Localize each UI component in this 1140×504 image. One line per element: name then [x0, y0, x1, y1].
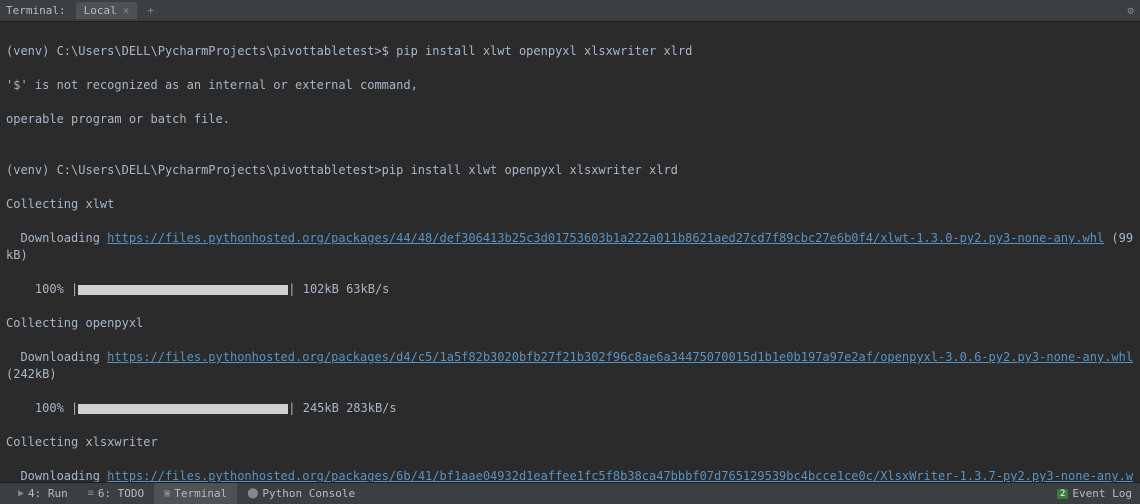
- terminal-output[interactable]: (venv) C:\Users\DELL\PycharmProjects\piv…: [0, 22, 1140, 482]
- bottom-bar: ▶4: Run ≡6: TODO ▣Terminal ⬤Python Conso…: [0, 482, 1140, 504]
- gear-icon[interactable]: ⚙: [1127, 4, 1134, 17]
- download-line: Downloading https://files.pythonhosted.o…: [6, 230, 1134, 264]
- progress-line: 100% || 245kB 283kB/s: [6, 400, 1134, 417]
- todo-tab[interactable]: ≡6: TODO: [78, 483, 154, 504]
- download-url[interactable]: https://files.pythonhosted.org/packages/…: [107, 231, 1104, 245]
- collecting-line: Collecting xlwt: [6, 196, 1134, 213]
- run-tab[interactable]: ▶4: Run: [8, 483, 78, 504]
- prompt-line: (venv) C:\Users\DELL\PycharmProjects\piv…: [6, 162, 1134, 179]
- download-line: Downloading https://files.pythonhosted.o…: [6, 349, 1134, 383]
- download-url[interactable]: https://files.pythonhosted.org/packages/…: [6, 469, 1133, 482]
- progress-line: 100% || 102kB 63kB/s: [6, 281, 1134, 298]
- close-icon[interactable]: ×: [123, 4, 130, 17]
- event-log-button[interactable]: 2 Event Log: [1057, 487, 1132, 500]
- todo-icon: ≡: [88, 488, 94, 499]
- progress-bar: [78, 285, 288, 295]
- terminal-tab[interactable]: ▣Terminal: [154, 483, 237, 504]
- terminal-tab-local[interactable]: Local ×: [76, 2, 138, 19]
- terminal-label: Terminal:: [6, 4, 66, 17]
- error-line: '$' is not recognized as an internal or …: [6, 77, 1134, 94]
- add-tab-button[interactable]: +: [141, 4, 160, 17]
- python-console-tab[interactable]: ⬤Python Console: [237, 483, 365, 504]
- top-bar: Terminal: Local × + ⚙: [0, 0, 1140, 22]
- run-icon: ▶: [18, 488, 24, 499]
- event-badge: 2: [1057, 489, 1068, 499]
- download-url[interactable]: https://files.pythonhosted.org/packages/…: [107, 350, 1133, 364]
- collecting-line: Collecting openpyxl: [6, 315, 1134, 332]
- download-line: Downloading https://files.pythonhosted.o…: [6, 468, 1134, 482]
- tab-name: Local: [84, 4, 117, 17]
- python-icon: ⬤: [247, 488, 258, 499]
- error-line: operable program or batch file.: [6, 111, 1134, 128]
- prompt-line: (venv) C:\Users\DELL\PycharmProjects\piv…: [6, 43, 1134, 60]
- progress-bar: [78, 404, 288, 414]
- collecting-line: Collecting xlsxwriter: [6, 434, 1134, 451]
- terminal-icon: ▣: [164, 488, 170, 499]
